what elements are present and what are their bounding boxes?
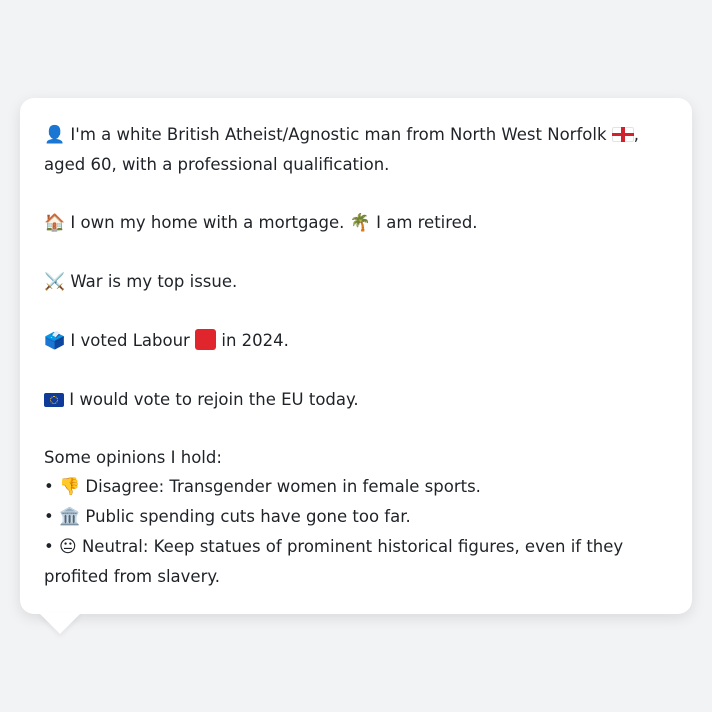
opinion-item: • 👎 Disagree: Transgender women in femal… [44, 472, 668, 502]
issue-paragraph: ⚔️ War is my top issue. [44, 267, 668, 297]
identity-text: I'm a white British Atheist/Agnostic man… [70, 125, 607, 144]
england-flag-icon [611, 127, 634, 142]
issue-text: War is my top issue. [70, 272, 238, 291]
house-icon: 🏠 [44, 213, 66, 233]
bullet: • [44, 537, 54, 556]
classical-building-icon: 🏛️ [58, 507, 81, 527]
profile-card: 👤 I'm a white British Atheist/Agnostic m… [20, 98, 692, 614]
opinions-section: Some opinions I hold: • 👎 Disagree: Tran… [44, 443, 668, 591]
neutral-face-icon: 😐 [58, 537, 77, 557]
person-silhouette-icon: 👤 [44, 125, 66, 145]
identity-paragraph: 👤 I'm a white British Atheist/Agnostic m… [44, 120, 668, 179]
opinions-heading: Some opinions I hold: [44, 448, 222, 467]
ballot-box-icon: 🗳️ [44, 331, 66, 351]
vote-text: I voted Labour [70, 331, 190, 350]
identity-comma: , [633, 125, 640, 144]
bullet: • [44, 477, 54, 496]
palm-tree-icon: 🌴 [349, 213, 371, 233]
bullet: • [44, 507, 54, 526]
crossed-swords-icon: ⚔️ [44, 272, 66, 292]
housing-paragraph: 🏠 I own my home with a mortgage. 🌴 I am … [44, 208, 668, 238]
eu-flag-icon [44, 393, 64, 407]
opinion-text: Neutral: Keep statues of prominent histo… [44, 537, 624, 586]
speech-bubble-tail [39, 613, 81, 634]
identity-text-continued: aged 60, with a professional qualificati… [44, 155, 390, 174]
vote-paragraph: 🗳️ I voted Labour in 2024. [44, 326, 668, 356]
eu-paragraph: I would vote to rejoin the EU today. [44, 385, 668, 414]
opinion-item: • 🏛️ Public spending cuts have gone too … [44, 502, 668, 532]
labour-red-square-icon [195, 329, 217, 350]
opinion-text: Disagree: Transgender women in female sp… [85, 477, 481, 496]
opinion-item: • 😐 Neutral: Keep statues of prominent h… [44, 532, 668, 591]
opinion-text: Public spending cuts have gone too far. [85, 507, 411, 526]
retired-text: I am retired. [376, 213, 478, 232]
thumbs-down-icon: 👎 [58, 477, 81, 497]
housing-text: I own my home with a mortgage. [70, 213, 345, 232]
eu-text: I would vote to rejoin the EU today. [69, 390, 359, 409]
vote-year-text: in 2024. [221, 331, 289, 350]
